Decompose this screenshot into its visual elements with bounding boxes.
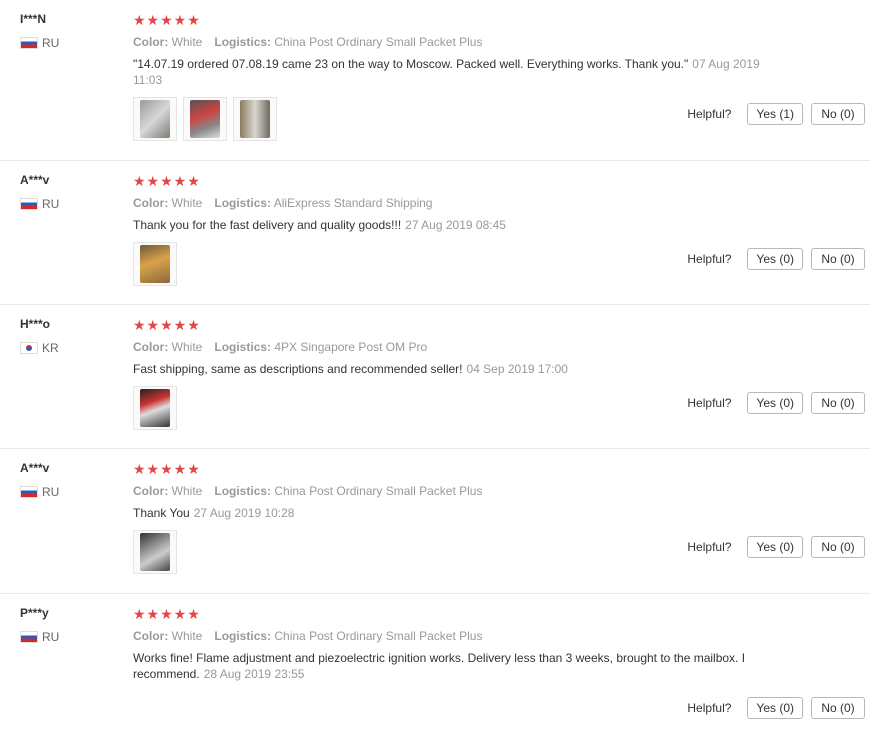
review-photo[interactable] — [233, 97, 277, 141]
country-code: RU — [42, 630, 60, 644]
reviewer-name: I***N — [20, 12, 47, 26]
helpful-vote: Helpful? Yes (1) No (0) — [687, 103, 865, 125]
helpful-vote: Helpful? Yes (0) No (0) — [687, 248, 865, 270]
helpful-no-button[interactable]: No (0) — [811, 392, 865, 414]
russia-flag-icon — [20, 486, 38, 498]
reviewer-name: A***v — [20, 461, 50, 475]
star-rating: ★★★★★ — [133, 173, 201, 189]
reviewer-country: RU — [20, 197, 59, 211]
review-time: 28 Aug 2019 23:55 — [203, 667, 305, 681]
helpful-yes-button[interactable]: Yes (0) — [747, 248, 803, 270]
review-text: Thank you for the fast delivery and qual… — [133, 218, 506, 232]
helpful-vote: Helpful? Yes (0) No (0) — [687, 697, 865, 719]
reviewer-country: RU — [20, 485, 59, 499]
helpful-no-button[interactable]: No (0) — [811, 697, 865, 719]
review-item: A***v RU ★★★★★ Color: White Logistics: Al… — [0, 161, 870, 305]
review-photo[interactable] — [133, 242, 177, 286]
russia-flag-icon — [20, 198, 38, 210]
helpful-vote: Helpful? Yes (0) No (0) — [687, 392, 865, 414]
review-photo[interactable] — [133, 386, 177, 430]
star-rating: ★★★★★ — [133, 606, 201, 622]
review-item: H***o KR ★★★★★ Color: White Logistics: 4P… — [0, 305, 870, 449]
helpful-yes-button[interactable]: Yes (0) — [747, 392, 803, 414]
country-code: RU — [42, 36, 60, 50]
helpful-no-button[interactable]: No (0) — [811, 536, 865, 558]
star-rating: ★★★★★ — [133, 12, 201, 28]
helpful-yes-button[interactable]: Yes (0) — [747, 697, 803, 719]
review-text: Works fine! Flame adjustment and piezoel… — [133, 651, 746, 681]
country-code: KR — [42, 341, 59, 355]
review-photo[interactable] — [183, 97, 227, 141]
reviewer-name: H***o — [20, 317, 51, 331]
photo-list — [133, 530, 183, 574]
helpful-yes-button[interactable]: Yes (0) — [747, 536, 803, 558]
russia-flag-icon — [20, 37, 38, 49]
review-item: A***v RU ★★★★★ Color: White Logistics: Ch… — [0, 449, 870, 594]
review-time: 04 Sep 2019 17:00 — [466, 362, 568, 376]
photo-list — [133, 242, 183, 286]
reviewer-country: RU — [20, 630, 59, 644]
helpful-yes-button[interactable]: Yes (1) — [747, 103, 803, 125]
star-rating: ★★★★★ — [133, 317, 201, 333]
russia-flag-icon — [20, 631, 38, 643]
star-rating: ★★★★★ — [133, 461, 201, 477]
review-time: 27 Aug 2019 08:45 — [405, 218, 506, 232]
korea-flag-icon — [20, 342, 38, 354]
order-info: Color: White Logistics: AliExpress Standa… — [133, 196, 433, 210]
reviewer-name: P***y — [20, 606, 49, 620]
helpful-no-button[interactable]: No (0) — [811, 103, 865, 125]
order-info: Color: White Logistics: China Post Ordina… — [133, 629, 483, 643]
review-text: Thank You 27 Aug 2019 10:28 — [133, 506, 295, 520]
review-text: Fast shipping, same as descriptions and … — [133, 362, 568, 376]
review-photo[interactable] — [133, 530, 177, 574]
reviewer-country: RU — [20, 36, 59, 50]
order-info: Color: White Logistics: China Post Ordina… — [133, 484, 483, 498]
review-item: I***N RU ★★★★★ Color: White Logistics: Ch… — [0, 0, 870, 161]
helpful-vote: Helpful? Yes (0) No (0) — [687, 536, 865, 558]
country-code: RU — [42, 197, 60, 211]
order-info: Color: White Logistics: China Post Ordina… — [133, 35, 483, 49]
order-info: Color: White Logistics: 4PX Singapore Pos… — [133, 340, 428, 354]
review-text: "14.07.19 ordered 07.08.19 came 23 on th… — [133, 57, 760, 87]
review-photo[interactable] — [133, 97, 177, 141]
photo-list — [133, 97, 283, 141]
helpful-no-button[interactable]: No (0) — [811, 248, 865, 270]
photo-list — [133, 386, 183, 430]
review-time: 27 Aug 2019 10:28 — [193, 506, 295, 520]
reviewer-country: KR — [20, 341, 59, 355]
review-item: P***y RU ★★★★★ Color: White Logistics: Ch… — [0, 594, 870, 735]
reviewer-name: A***v — [20, 173, 50, 187]
country-code: RU — [42, 485, 60, 499]
